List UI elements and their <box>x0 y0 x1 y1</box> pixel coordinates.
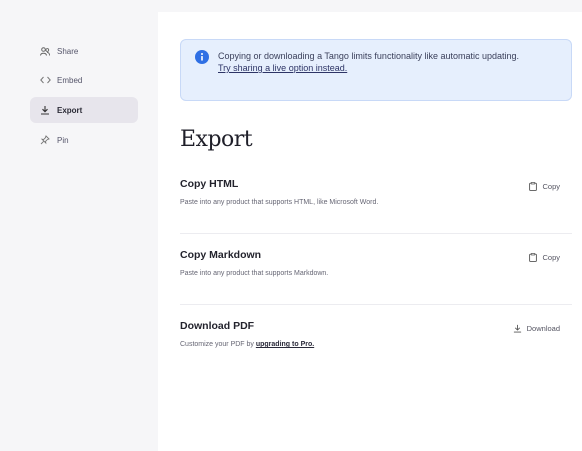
clipboard-icon <box>529 182 538 191</box>
banner-link[interactable]: Try sharing a live option instead. <box>218 62 558 74</box>
upgrade-link[interactable]: upgrading to Pro. <box>256 341 314 348</box>
download-icon <box>39 105 51 115</box>
code-icon <box>39 76 51 84</box>
sidebar-item-label: Export <box>57 105 83 115</box>
option-description: Customize your PDF by upgrading to Pro. <box>180 341 314 348</box>
description-text: Customize your PDF by <box>180 341 256 348</box>
copy-html-button[interactable]: Copy <box>529 182 560 191</box>
sidebar-item-label: Share <box>57 46 79 56</box>
sidebar-item-label: Pin <box>57 135 69 145</box>
app-window: r Share Embed Export Pin <box>0 0 582 451</box>
download-icon <box>513 324 521 333</box>
option-description: Paste into any product that supports HTM… <box>180 199 379 206</box>
sidebar-item-share[interactable]: Share <box>30 38 138 64</box>
page-title: Export <box>180 127 253 152</box>
export-option-download-pdf: Download PDF Customize your PDF by upgra… <box>180 320 572 376</box>
option-title: Copy HTML <box>180 178 239 190</box>
info-banner: Copying or downloading a Tango limits fu… <box>180 39 572 101</box>
option-title: Copy Markdown <box>180 249 262 261</box>
copy-markdown-button[interactable]: Copy <box>529 253 560 262</box>
main-panel: Copying or downloading a Tango limits fu… <box>158 12 582 451</box>
sidebar: Share Embed Export Pin <box>0 0 158 451</box>
option-title: Download PDF <box>180 320 255 332</box>
clipboard-icon <box>529 253 538 262</box>
banner-text: Copying or downloading a Tango limits fu… <box>218 51 520 61</box>
sidebar-item-embed[interactable]: Embed <box>30 67 138 93</box>
sidebar-item-export[interactable]: Export <box>30 97 138 123</box>
action-label: Copy <box>542 182 560 191</box>
share-people-icon <box>39 46 51 56</box>
option-description: Paste into any product that supports Mar… <box>180 270 329 277</box>
sidebar-item-pin[interactable]: Pin <box>30 127 138 153</box>
info-icon <box>195 50 209 64</box>
row-divider <box>180 304 572 305</box>
row-divider <box>180 233 572 234</box>
export-option-copy-markdown: Copy Markdown Paste into any product tha… <box>180 249 572 305</box>
action-label: Download <box>526 324 560 333</box>
banner-message: Copying or downloading a Tango limits fu… <box>218 50 558 74</box>
export-option-copy-html: Copy HTML Paste into any product that su… <box>180 178 572 234</box>
pin-icon <box>39 135 51 145</box>
action-label: Copy <box>542 253 560 262</box>
sidebar-item-label: Embed <box>57 75 83 85</box>
download-pdf-button[interactable]: Download <box>513 324 560 333</box>
